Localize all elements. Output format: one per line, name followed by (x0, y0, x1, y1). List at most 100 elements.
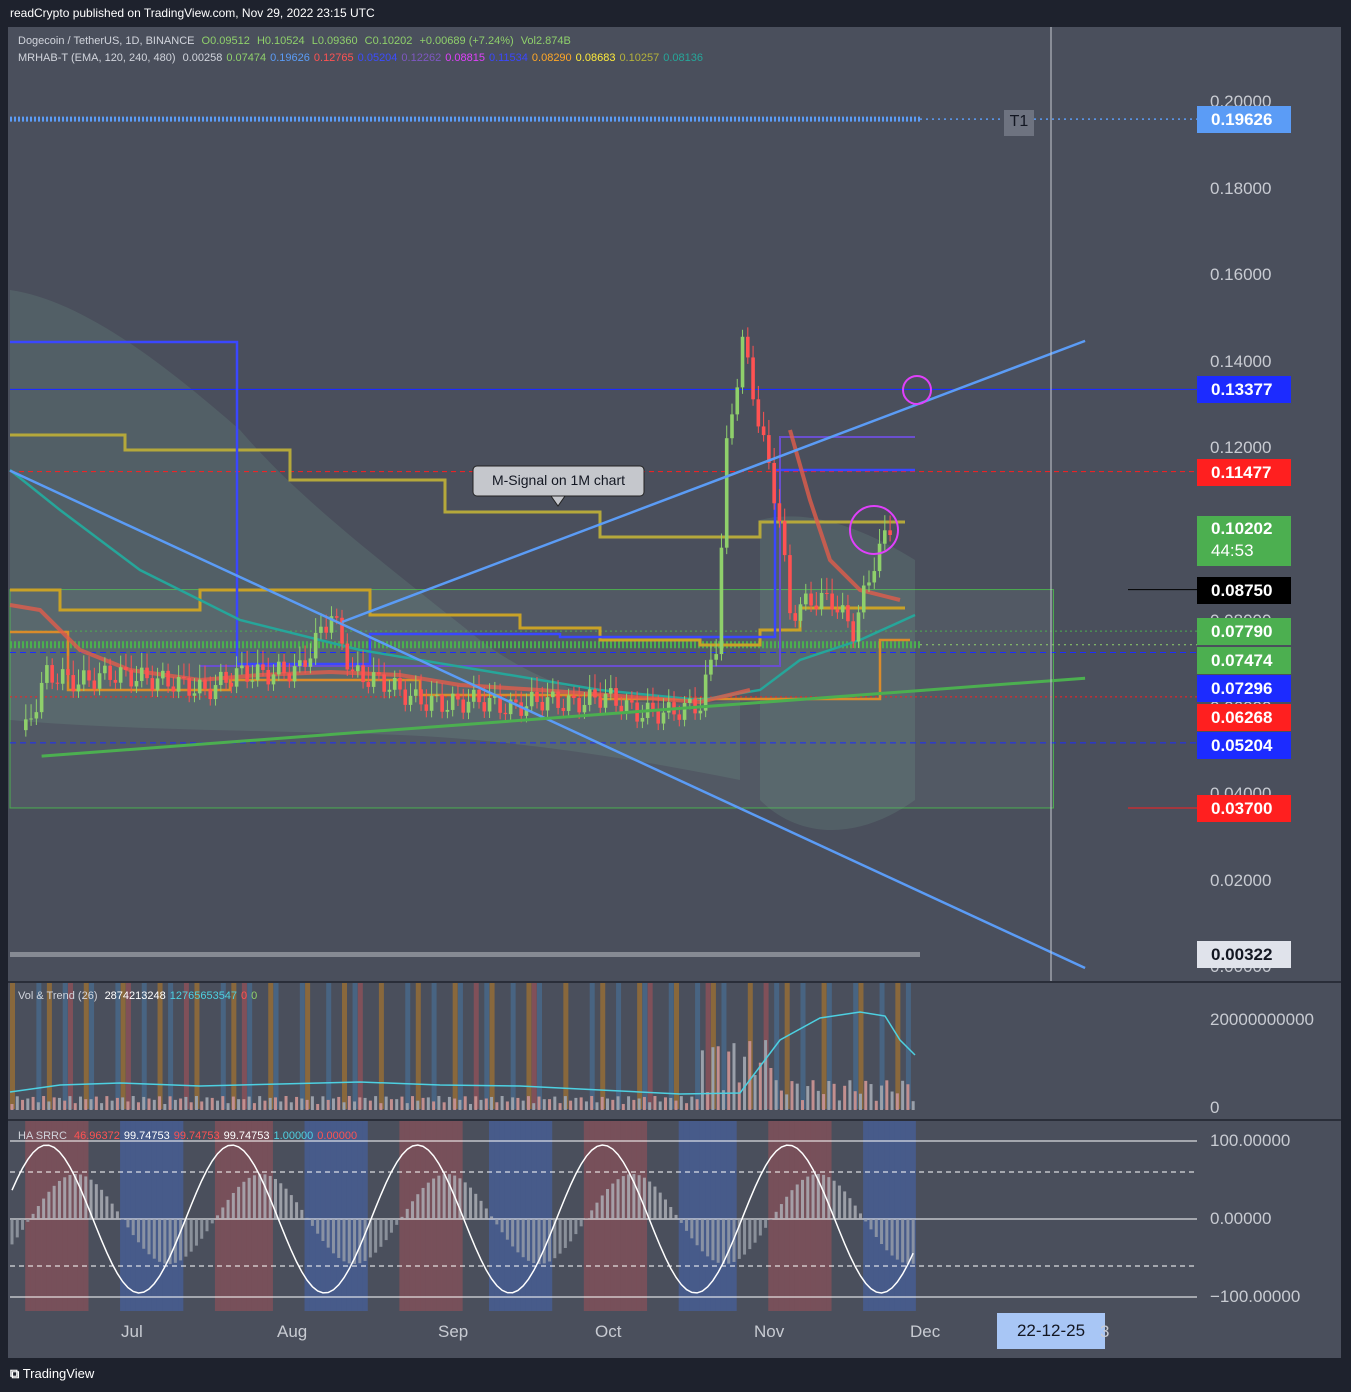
srrc-hist-bar (600, 1195, 604, 1219)
legend-volume-pane[interactable]: Vol & Trend (26) 2874213248 12765653547 0 0 (18, 990, 265, 1002)
srrc-hist-bar (779, 1204, 783, 1219)
volume-trend-band (821, 983, 827, 1109)
volume-bar (63, 1100, 67, 1110)
volume-bar (184, 1096, 188, 1110)
candle-body (756, 399, 761, 427)
candle-body (503, 712, 508, 715)
volume-bar (316, 1103, 320, 1110)
candle-body (561, 707, 566, 711)
srrc-band (515, 1121, 521, 1311)
candle-body (709, 659, 713, 675)
candle-body (424, 704, 429, 711)
srrc-band (362, 1121, 368, 1311)
srrc-band (341, 1121, 347, 1311)
srrc-hist-bar (716, 1219, 720, 1263)
legend-low: L0.09360 (311, 35, 358, 47)
volume-bar (15, 1096, 19, 1110)
candle-body (261, 664, 265, 670)
volume-bar (158, 1096, 162, 1110)
srrc-hist-bar (721, 1219, 725, 1264)
candle-body (846, 605, 850, 622)
srrc-band (399, 1121, 405, 1311)
price-axis-tick: 0.16000 (1210, 265, 1272, 284)
candle-body (192, 693, 197, 696)
volume-bar (258, 1096, 262, 1110)
srrc-hist-bar (389, 1219, 393, 1233)
srrc-hist-bar (679, 1219, 683, 1223)
volume-bar (748, 1041, 752, 1110)
srrc-hist-bar (663, 1199, 667, 1219)
volume-bar (279, 1101, 283, 1110)
legend-indicator-values: 0.00258 0.07474 0.19626 0.12765 0.05204 0.122… (183, 52, 707, 64)
volume-bar (300, 1098, 304, 1110)
candle-body (345, 643, 350, 670)
volume-bar (837, 1100, 841, 1110)
volume-bar (400, 1096, 404, 1110)
legend-indicator[interactable]: MRHAB-T (EMA, 120, 240, 480) 0.00258 0.07… (18, 52, 711, 64)
price-tag-0.11477: 0.11477 (1197, 458, 1291, 486)
candle-body (250, 680, 255, 682)
candle-body (461, 699, 466, 713)
time-axis-cursor-date[interactable]: 22-12-25 (997, 1313, 1105, 1349)
srrc-band (330, 1121, 337, 1311)
volume-bar (194, 1096, 198, 1110)
volume-trend-band (431, 983, 437, 1109)
srrc-band (504, 1121, 511, 1311)
srrc-band (135, 1121, 142, 1311)
candle-body (867, 582, 871, 586)
srrc-hist-bar (400, 1216, 404, 1219)
volume-bar (305, 1099, 309, 1110)
volume-bar (47, 1101, 51, 1110)
srrc-hist-bar (442, 1174, 446, 1219)
pane-divider-volume[interactable] (8, 981, 1341, 983)
volume-bar (126, 1101, 130, 1110)
candle-body (735, 387, 740, 415)
candle-body (793, 613, 798, 621)
volume-bar (105, 1096, 109, 1110)
volume-bar (542, 1099, 546, 1110)
candle-body (113, 679, 118, 683)
pane-divider-srrc[interactable] (8, 1119, 1341, 1121)
volume-bar (632, 1099, 636, 1110)
candle-body (677, 714, 682, 720)
legend-main[interactable]: Dogecoin / TetherUS, 1D, BINANCE O0.0951… (18, 35, 575, 47)
srrc-hist-bar (210, 1219, 214, 1224)
srrc-band (531, 1121, 537, 1311)
candle-body (450, 693, 455, 710)
srrc-band (726, 1121, 732, 1311)
candle-body (134, 681, 139, 687)
volume-bar (221, 1096, 225, 1110)
volume-trend-band (563, 983, 569, 1109)
candle-body (788, 555, 792, 614)
candle-body (814, 605, 819, 610)
trendline-1[interactable] (341, 339, 1086, 624)
tradingview-footer[interactable]: ⧉ TradingView (10, 1366, 94, 1382)
volume-bar (353, 1101, 357, 1110)
srrc-hist-bar (310, 1219, 314, 1226)
candle-body (587, 689, 592, 705)
srrc-hist-bar (595, 1202, 599, 1219)
srrc-band (910, 1121, 916, 1311)
srrc-band (884, 1121, 890, 1311)
volume-trend-band (378, 983, 384, 1109)
volume-bar (806, 1086, 810, 1110)
srrc-hist-bar (858, 1213, 862, 1219)
srrc-hist-bar (379, 1219, 383, 1247)
srrc-hist-bar (163, 1219, 167, 1264)
srrc-band (705, 1121, 711, 1311)
volume-bar (411, 1096, 415, 1110)
volume-bar (779, 1090, 783, 1110)
indicator-value-0: 0.00258 (182, 52, 223, 64)
volume-bar (890, 1091, 894, 1110)
candle-body (292, 666, 297, 682)
candle-body (661, 712, 666, 724)
candle-body (640, 717, 645, 722)
srrc-hist-bar (115, 1211, 119, 1219)
legend-srrc-pane[interactable]: HA SRRC 46.96372 99.74753 99.74753 99.74753… (18, 1130, 365, 1142)
candle-body (398, 677, 402, 690)
volume-bar (421, 1097, 425, 1110)
srrc-hist-bar (432, 1178, 436, 1219)
srrc-hist-bar (374, 1219, 378, 1253)
srrc-hist-bar (347, 1219, 351, 1264)
candle-body (81, 670, 86, 685)
